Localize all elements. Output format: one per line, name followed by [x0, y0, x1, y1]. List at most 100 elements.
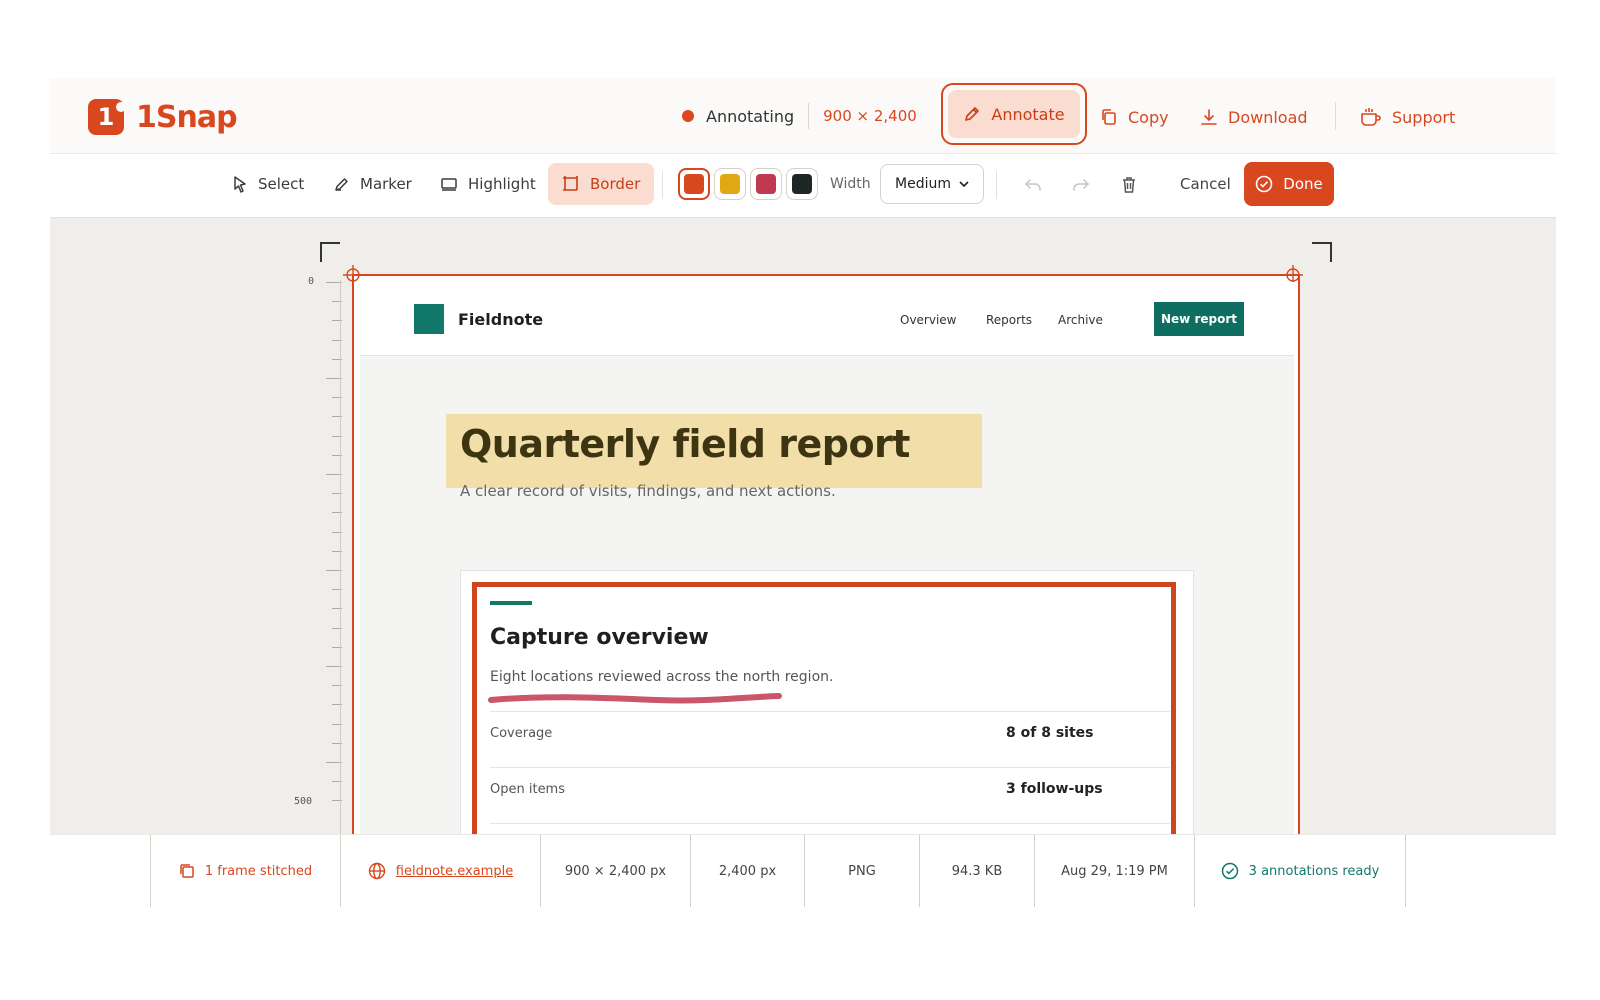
image-height: 2,400 px — [690, 835, 804, 907]
cancel-button[interactable]: Cancel — [1168, 164, 1243, 204]
marker-annotation[interactable] — [487, 691, 783, 705]
undo-icon — [1024, 179, 1041, 191]
page-nav-link: Reports — [986, 313, 1033, 327]
status-bar: 1 frame stitched fieldnote.example 900 ×… — [50, 834, 1556, 926]
undo-button[interactable] — [1018, 170, 1048, 200]
image-size-value: 900 × 2,400 px — [564, 863, 667, 879]
row-value: 8 of 8 sites — [1006, 725, 1094, 741]
status-dimensions: 900 × 2,400 — [823, 107, 917, 125]
color-swatch-crimson[interactable] — [750, 168, 782, 200]
done-label: Done — [1283, 175, 1323, 193]
annotation-canvas[interactable]: 0 500 Fieldnote Overview Reports Archive… — [50, 218, 1556, 834]
logo-icon — [88, 99, 126, 135]
file-size-value: 94.3 KB — [951, 863, 1003, 879]
page-nav-link: Archive — [1058, 313, 1103, 327]
frames-icon — [180, 864, 194, 878]
image-format-value: PNG — [848, 863, 876, 879]
source-link[interactable]: fieldnote.example — [396, 864, 513, 879]
globe-icon — [368, 862, 385, 880]
divider — [662, 171, 663, 199]
check-circle-icon — [1255, 175, 1273, 193]
color-swatch-orange[interactable] — [678, 168, 710, 200]
width-value: Medium — [895, 176, 951, 192]
annotations-ready: 3 annotations ready — [1248, 863, 1380, 879]
tool-marker[interactable]: Marker — [320, 163, 426, 205]
page-nav: Fieldnote Overview Reports Archive New r… — [360, 282, 1294, 356]
divider — [996, 171, 997, 199]
ruler-axis — [340, 280, 341, 834]
pencil-icon — [965, 107, 980, 121]
page-subtitle: A clear record of visits, findings, and … — [460, 482, 836, 500]
support-label: Support — [1392, 107, 1456, 127]
download-button[interactable]: Download — [1200, 100, 1308, 134]
divider — [808, 103, 810, 129]
table-row: Coverage 8 of 8 sites — [490, 711, 1170, 767]
support-button[interactable]: Support — [1360, 100, 1455, 134]
tool-label: Border — [590, 175, 641, 193]
ruler-mark: 500 — [294, 796, 313, 807]
page-nav-link: Overview — [900, 313, 957, 327]
card-title: Capture overview — [490, 625, 709, 650]
cancel-label: Cancel — [1180, 175, 1231, 193]
color-swatch-yellow[interactable] — [714, 168, 746, 200]
brand-logo-icon — [414, 304, 444, 334]
delete-button[interactable] — [1114, 170, 1144, 200]
annotation-toolbar: Select Marker Highlight Border Width Med… — [50, 154, 1556, 218]
width-select[interactable]: Medium — [880, 164, 984, 204]
copy-label: Copy — [1128, 107, 1169, 127]
width-label: Width — [830, 176, 871, 192]
copy-button[interactable]: Copy — [1100, 100, 1169, 134]
page-cta: New report — [1154, 302, 1244, 336]
row-label: Coverage — [490, 726, 553, 741]
row-label: Open items — [490, 782, 565, 797]
table-row: Open items 3 follow-ups — [490, 767, 1170, 823]
trash-icon — [1123, 177, 1135, 193]
capture-time-value: Aug 29, 1:19 PM — [1061, 863, 1168, 879]
crop-corner-icon[interactable] — [320, 242, 340, 262]
recording-dot-icon — [682, 110, 694, 122]
capture-time: Aug 29, 1:19 PM — [1034, 835, 1194, 907]
tool-select[interactable]: Select — [218, 163, 318, 205]
tool-label: Highlight — [468, 175, 536, 193]
header: 1Snap Annotating 900 × 2,400 Annotate Co… — [50, 78, 1556, 154]
tool-label: Marker — [360, 175, 412, 193]
copy-icon — [1102, 109, 1116, 125]
done-button[interactable]: Done — [1244, 162, 1334, 206]
border-annotation[interactable]: Capture overview Eight locations reviewe… — [472, 582, 1176, 834]
annotations-status: 3 annotations ready — [1194, 835, 1406, 907]
tool-border[interactable]: Border — [548, 163, 655, 205]
image-size: 900 × 2,400 px — [540, 835, 690, 907]
annotate-label: Annotate — [991, 104, 1065, 124]
source-info[interactable]: fieldnote.example — [340, 835, 540, 907]
frames-info: 1 frame stitched — [150, 835, 340, 907]
ruler-mark: 0 — [308, 276, 315, 287]
captured-screenshot[interactable]: Fieldnote Overview Reports Archive New r… — [343, 265, 1303, 834]
color-swatch-black[interactable] — [786, 168, 818, 200]
pen-icon — [335, 178, 348, 191]
file-size: 94.3 KB — [919, 835, 1034, 907]
table-row — [490, 823, 1170, 834]
border-icon — [563, 176, 578, 191]
vertical-ruler: 0 500 — [294, 272, 342, 834]
captured-page: Fieldnote Overview Reports Archive New r… — [360, 282, 1294, 834]
cursor-icon — [234, 176, 246, 193]
capture-status: Annotating 900 × 2,400 — [682, 102, 917, 130]
tool-highlight[interactable]: Highlight — [426, 163, 550, 205]
logo: 1Snap — [88, 99, 238, 135]
card-accent — [490, 601, 532, 605]
check-circle-icon — [1221, 862, 1238, 880]
divider — [1335, 102, 1336, 130]
brand-name: Fieldnote — [458, 310, 544, 329]
status-label: Annotating — [706, 106, 795, 126]
frames-count: 1 frame stitched — [204, 863, 313, 879]
coffee-cup-icon — [1361, 108, 1381, 126]
download-icon — [1201, 109, 1217, 125]
image-format: PNG — [804, 835, 919, 907]
row-value: 3 follow-ups — [1006, 781, 1103, 797]
card-description: Eight locations reviewed across the nort… — [490, 669, 834, 685]
app-window: 1Snap Annotating 900 × 2,400 Annotate Co… — [50, 78, 1556, 926]
annotate-button[interactable]: Annotate — [948, 90, 1080, 138]
page-title: Quarterly field report — [460, 422, 910, 466]
redo-button[interactable] — [1066, 170, 1096, 200]
crop-corner-icon[interactable] — [1312, 242, 1332, 262]
